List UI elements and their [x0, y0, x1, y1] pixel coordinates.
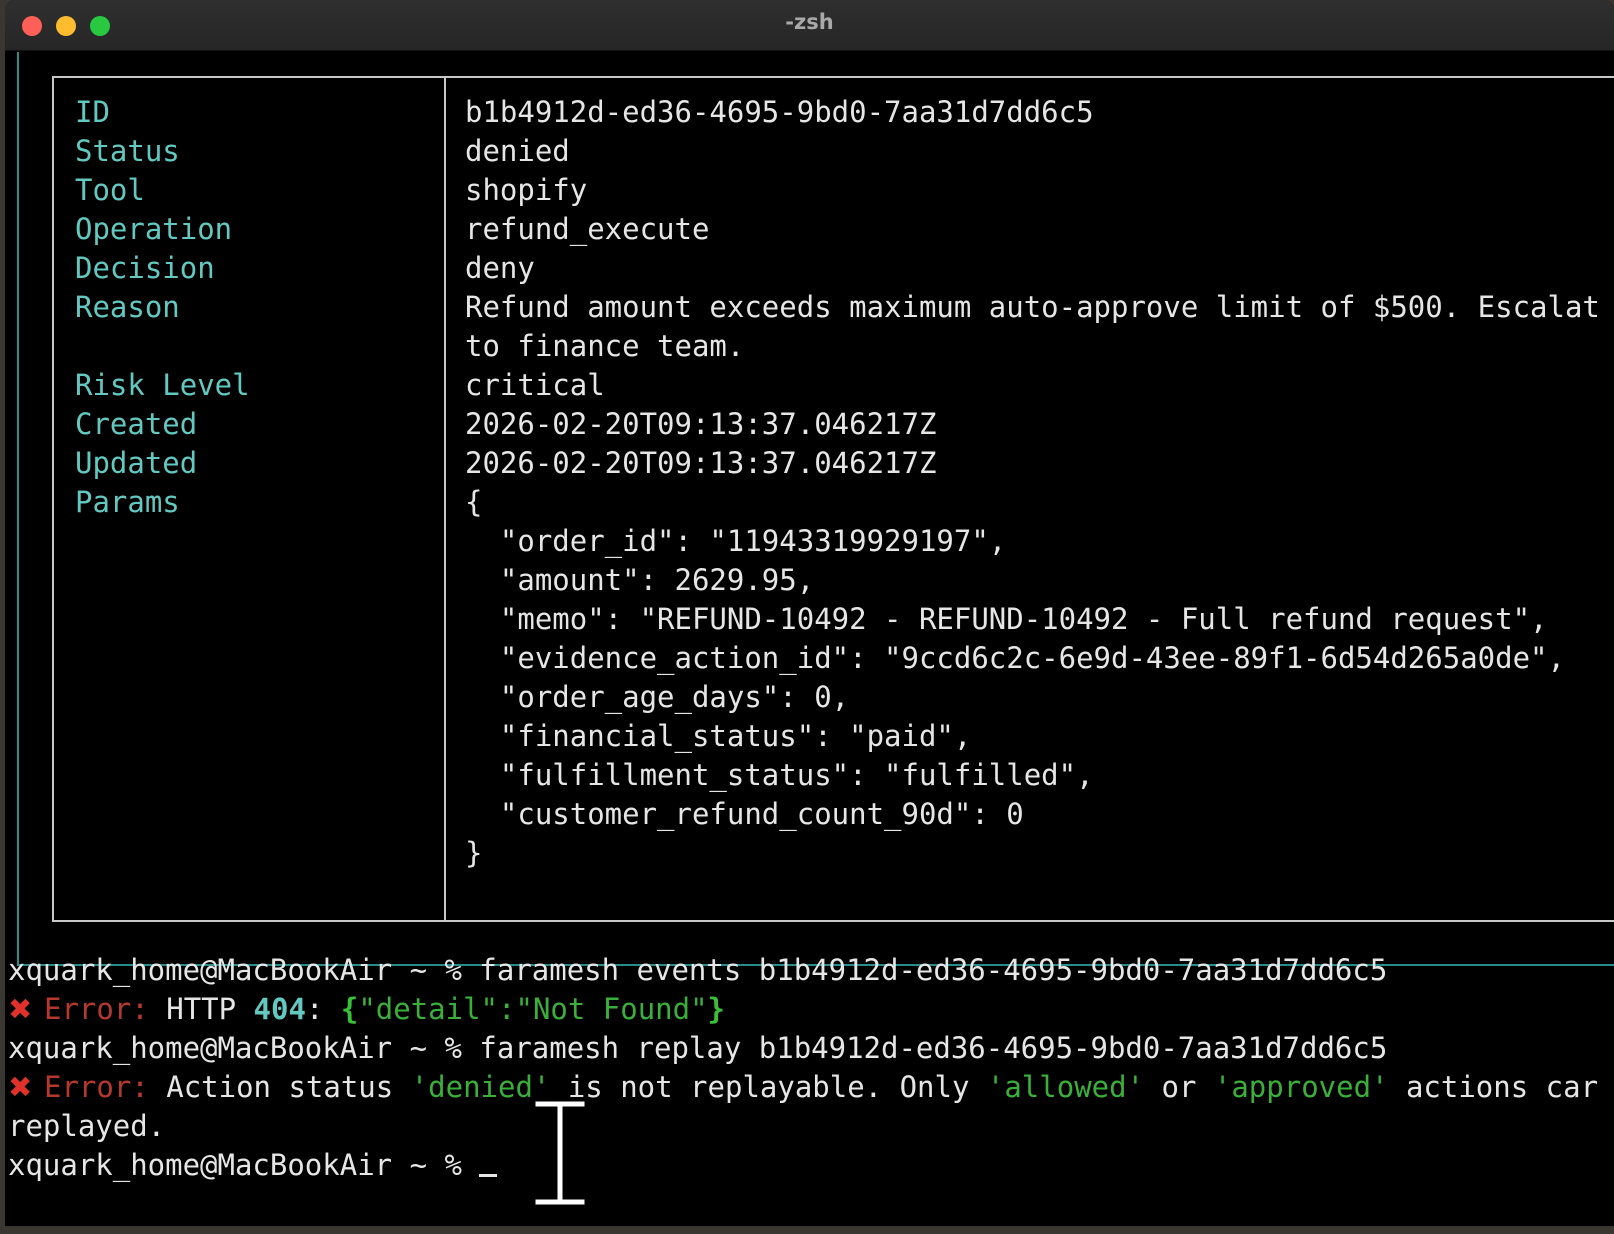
params-line: "amount": 2629.95,	[465, 563, 815, 597]
label-status: Status	[75, 134, 180, 168]
params-close: }	[465, 836, 483, 870]
value-params-open: {	[465, 485, 483, 519]
label-id: ID	[75, 95, 110, 129]
label-reason: Reason	[75, 290, 180, 324]
shell-prompt: xquark_home@MacBookAir ~ %	[8, 1148, 462, 1182]
label-updated: Updated	[75, 446, 198, 480]
command-text: faramesh events b1b4912d-ed36-4695-9bd0-…	[479, 953, 1388, 987]
label-decision: Decision	[75, 251, 215, 285]
error-text: or	[1161, 1070, 1197, 1104]
label-operation: Operation	[75, 212, 233, 246]
value-updated: 2026-02-20T09:13:37.046217Z	[465, 446, 937, 480]
value-created: 2026-02-20T09:13:37.046217Z	[465, 407, 937, 441]
error-line-404: ✖ Error: HTTP 404: {"detail":"Not Found"}	[8, 989, 725, 1029]
command-text: faramesh replay b1b4912d-ed36-4695-9bd0-…	[479, 1031, 1388, 1065]
error-json: "detail":"Not Found"	[358, 992, 708, 1026]
value-operation: refund_execute	[465, 212, 710, 246]
error-code: 404	[253, 992, 306, 1026]
label-risk-level: Risk Level	[75, 368, 250, 402]
value-reason-cont: to finance team.	[465, 329, 745, 363]
error-text: is not replayable. Only	[567, 1070, 970, 1104]
column-divider	[444, 78, 446, 920]
json-open-brace: {	[340, 992, 359, 1026]
value-status: denied	[465, 134, 570, 168]
params-line: "order_age_days": 0,	[465, 680, 850, 714]
params-line: "financial_status": "paid",	[465, 719, 972, 753]
error-label: Error:	[44, 992, 149, 1026]
text-caret	[479, 1174, 498, 1177]
error-http: HTTP	[166, 992, 237, 1026]
cross-mark-icon: ✖	[8, 1070, 33, 1104]
error-line-replay: ✖ Error: Action status 'denied' is not re…	[8, 1067, 1598, 1107]
error-text: actions car	[1405, 1070, 1599, 1104]
params-line: "evidence_action_id": "9ccd6c2c-6e9d-43e…	[465, 641, 1565, 675]
params-line: "memo": "REFUND-10492 - REFUND-10492 - F…	[465, 602, 1548, 636]
cross-mark-icon: ✖	[8, 992, 33, 1026]
json-close-brace: }	[707, 992, 726, 1026]
value-id: b1b4912d-ed36-4695-9bd0-7aa31d7dd6c5	[465, 95, 1094, 129]
label-params: Params	[75, 485, 180, 519]
shell-prompt: xquark_home@MacBookAir ~ %	[8, 1031, 462, 1065]
value-decision: deny	[465, 251, 535, 285]
params-line: "order_id": "11943319929197",	[465, 524, 1007, 558]
command-line-events: xquark_home@MacBookAir ~ % faramesh even…	[8, 950, 1387, 990]
value-tool: shopify	[465, 173, 588, 207]
active-prompt-line[interactable]: xquark_home@MacBookAir ~ %	[8, 1145, 498, 1185]
window-title: -zsh	[785, 10, 834, 34]
status-approved: 'approved'	[1213, 1070, 1389, 1104]
params-line: "fulfillment_status": "fulfilled",	[465, 758, 1094, 792]
text-cursor-icon	[532, 1098, 588, 1208]
params-line: "customer_refund_count_90d": 0	[465, 797, 1024, 831]
value-reason: Refund amount exceeds maximum auto-appro…	[465, 290, 1600, 324]
label-tool: Tool	[75, 173, 145, 207]
command-line-replay: xquark_home@MacBookAir ~ % faramesh repl…	[8, 1028, 1387, 1068]
title-bar: -zsh	[5, 0, 1614, 51]
status-allowed: 'allowed'	[986, 1070, 1145, 1104]
error-line-replay-cont: replayed.	[8, 1109, 166, 1143]
error-colon: :	[305, 992, 324, 1026]
error-label: Error:	[44, 1070, 149, 1104]
shell-prompt: xquark_home@MacBookAir ~ %	[8, 953, 462, 987]
error-text: Action status	[166, 1070, 394, 1104]
label-created: Created	[75, 407, 198, 441]
value-risk-level: critical	[465, 368, 605, 402]
